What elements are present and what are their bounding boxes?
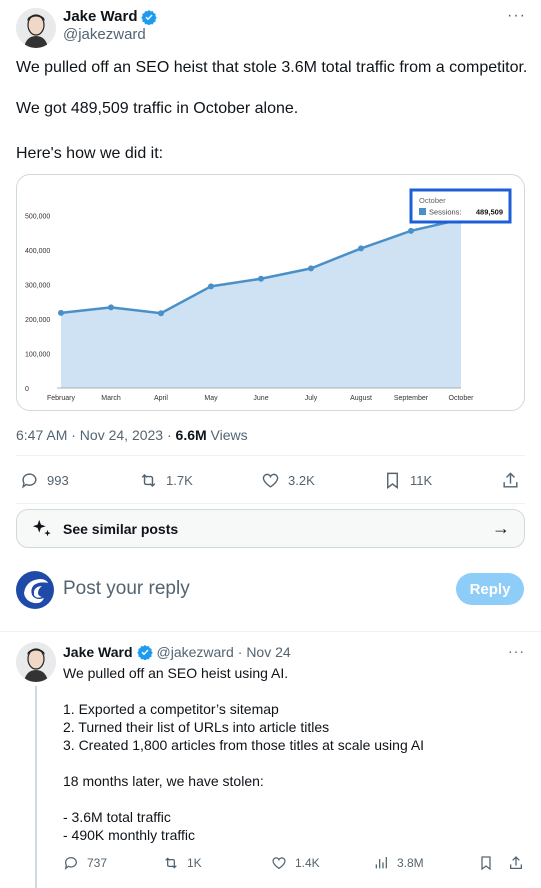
current-user-avatar[interactable] (16, 571, 54, 609)
views-label: Views (206, 427, 248, 443)
data-point-september (408, 227, 414, 234)
x-tick-label-october: October (449, 395, 475, 402)
like-action[interactable]: 3.2K (261, 471, 315, 490)
x-tick-label-august: August (350, 395, 372, 402)
x-tick-label-june: June (253, 395, 268, 402)
x-tick-label-april: April (154, 395, 168, 402)
verified-badge-icon (136, 645, 153, 660)
tweet-timestamp[interactable]: 6:47 AM · Nov 24, 2023 · (16, 427, 176, 443)
analytics-icon (375, 857, 387, 869)
reply-views-count: 3.8M (397, 856, 424, 870)
verified-badge-icon (141, 9, 158, 25)
user-avatar-icon (16, 571, 54, 609)
y-tick-label: 400,000 (25, 248, 50, 255)
reply-share-action[interactable] (508, 855, 524, 871)
heart-icon (262, 473, 279, 488)
tooltip-title: October (419, 196, 446, 205)
data-point-april (158, 310, 164, 317)
tooltip-swatch (419, 208, 426, 215)
data-point-august (358, 245, 364, 252)
repost-icon (165, 857, 177, 869)
x-tick-label-september: September (394, 395, 429, 402)
repost-icon (141, 473, 156, 488)
reply-author-avatar[interactable] (16, 642, 56, 682)
tooltip-label: Sessions: (429, 208, 462, 217)
y-tick-label: 200,000 (25, 317, 50, 324)
author-handle[interactable]: @jakezward (63, 26, 146, 43)
reply-count: 993 (47, 473, 69, 488)
share-icon (510, 856, 522, 869)
y-tick-label: 300,000 (25, 283, 50, 290)
tooltip-value: 489,509 (476, 208, 503, 217)
reply-views-action[interactable]: 3.8M (373, 855, 424, 871)
sparkle-icon (32, 519, 51, 536)
avatar-image (16, 8, 56, 48)
reply-input[interactable]: Post your reply (63, 578, 190, 600)
author-avatar[interactable] (16, 8, 56, 48)
divider (16, 503, 525, 504)
sessions-chart: 0 100,000 200,000 300,000 400,000 500,000 Febr… (25, 188, 512, 402)
bookmark-icon (387, 472, 398, 490)
x-tick-label-march: March (101, 395, 121, 402)
reply-button[interactable]: Reply (456, 573, 524, 605)
reply-action[interactable]: 993 (20, 471, 69, 490)
tweet-text-line-1: We pulled off an SEO heist that stole 3.… (16, 59, 528, 76)
share-action[interactable] (501, 471, 520, 490)
x-tick-label-july: July (305, 395, 318, 402)
tweet-metadata: 6:47 AM · Nov 24, 2023 · 6.6M Views (16, 427, 248, 443)
data-point-july (308, 265, 314, 272)
reply-author-name[interactable]: Jake Ward (63, 644, 133, 660)
reply-author-row: Jake Ward @jakezward · Nov 24 (63, 644, 291, 660)
y-tick-label: 0 (25, 386, 29, 393)
reply-icon (64, 857, 77, 870)
chart-card[interactable]: 0 100,000 200,000 300,000 400,000 500,000 Febr… (16, 174, 525, 411)
reply-repost-action[interactable]: 1K (163, 855, 202, 871)
heart-icon (272, 857, 286, 870)
tooltip-box (409, 188, 512, 224)
bookmark-count: 11K (410, 473, 433, 488)
views-count: 6.6M (175, 427, 207, 443)
author-name-row: Jake Ward (63, 8, 158, 25)
sessions-area (61, 219, 461, 388)
reply-more-options-icon[interactable]: ··· (508, 643, 525, 659)
reply-bookmark-action[interactable] (478, 855, 494, 871)
see-similar-posts-button[interactable]: See similar posts → (16, 509, 525, 548)
x-tick-label-may: May (204, 395, 218, 402)
reply-reply-action[interactable]: 737 (63, 855, 107, 871)
see-similar-posts-label: See similar posts (63, 520, 179, 537)
x-tick-label-february: February (47, 395, 76, 402)
avatar-image (16, 642, 56, 682)
share-icon (503, 472, 518, 488)
tweet-text-line-3: Here's how we did it: (16, 145, 164, 162)
y-tick-label: 100,000 (25, 352, 50, 359)
data-point-february (58, 309, 64, 316)
repost-action[interactable]: 1.7K (139, 471, 193, 490)
reply-date[interactable]: · Nov 24 (238, 644, 291, 660)
reply-like-action[interactable]: 1.4K (271, 855, 320, 871)
bookmark-action[interactable]: 11K (383, 471, 432, 490)
thread-line (35, 686, 37, 888)
data-point-march (108, 304, 114, 311)
divider (0, 631, 541, 632)
repost-count: 1.7K (166, 473, 193, 488)
divider (16, 455, 525, 456)
reply-author-handle[interactable]: @jakezward (157, 644, 234, 660)
more-options-icon[interactable]: ··· (507, 7, 526, 25)
reply-like-count: 1.4K (295, 856, 320, 870)
reply-icon (22, 473, 37, 489)
reply-repost-count: 1K (187, 856, 202, 870)
y-tick-label: 500,000 (25, 214, 50, 221)
tweet-text-line-2: We got 489,509 traffic in October alone. (16, 100, 299, 117)
arrow-right-icon: → (492, 518, 510, 538)
bookmark-icon (481, 856, 491, 871)
data-point-june (258, 275, 264, 282)
reply-reply-count: 737 (87, 856, 108, 870)
reply-text: We pulled off an SEO heist using AI. 1. … (63, 665, 425, 843)
author-name[interactable]: Jake Ward (63, 8, 137, 25)
like-count: 3.2K (288, 473, 315, 488)
data-point-may (208, 283, 214, 290)
